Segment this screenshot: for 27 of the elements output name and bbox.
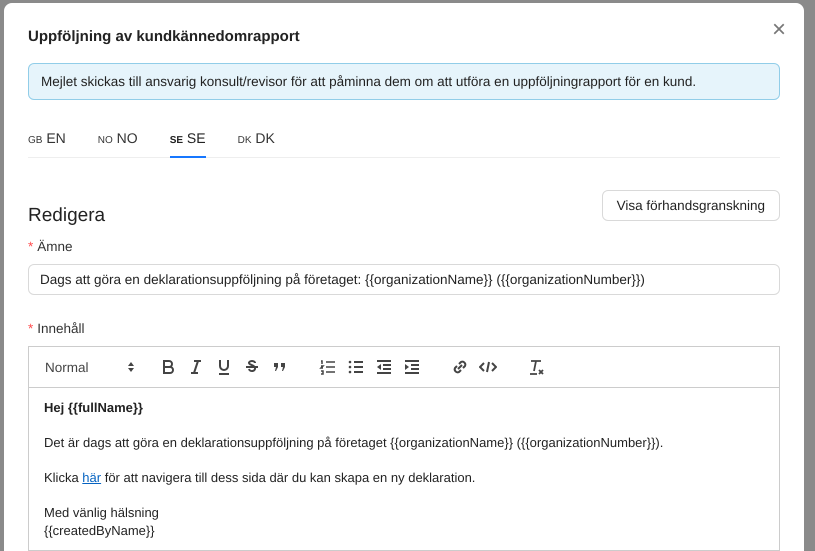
body-paragraph: Det är dags att göra en deklarationsuppföljning på företaget {{organizationName}} ({{organizationNumber}}). [44, 435, 664, 450]
body-paragraph: Klicka här för att navigera till dess sida där du kan skapa en ny deklaration. [44, 470, 476, 485]
required-mark: * [28, 239, 34, 254]
close-button[interactable]: × [768, 18, 786, 42]
section-heading: Redigera [28, 205, 106, 227]
subject-field[interactable]: Dags att göra en deklarationsuppföljning på företaget: {{organizationName}} ({{organizationNumber}}) [28, 264, 780, 295]
updown-caret-icon [126, 361, 135, 373]
indent-icon[interactable] [402, 358, 421, 376]
language-tab[interactable]: GB EN [28, 122, 66, 158]
language-tab[interactable]: SE SE [170, 122, 206, 158]
language-tab[interactable]: DK DK [238, 122, 275, 158]
greeting-text: Hej {{fullName}} [44, 400, 144, 415]
signature-line: {{createdByName}} [44, 523, 156, 538]
format-select[interactable]: Normal [45, 360, 135, 374]
dialog-title: Uppföljning av kundkännedomrapport [28, 28, 300, 44]
bullet-list-icon[interactable] [346, 358, 365, 376]
preview-button[interactable]: Visa förhandsgranskning [602, 190, 780, 221]
info-message: Mejlet skickas till ansvarig konsult/revisor för att påminna dem om att utföra en uppföljningrapport för en kund. [28, 63, 780, 100]
field-label: Innehåll [37, 321, 85, 336]
signature-line: Med vänlig hälsning [44, 505, 160, 520]
numbered-list-icon[interactable] [318, 358, 337, 376]
required-mark: * [28, 321, 34, 336]
link-icon[interactable] [450, 358, 469, 376]
field-label: Ämne [37, 239, 73, 254]
language-tab[interactable]: NO NO [98, 122, 138, 158]
outdent-icon[interactable] [374, 358, 393, 376]
here-link[interactable]: här [82, 470, 102, 485]
